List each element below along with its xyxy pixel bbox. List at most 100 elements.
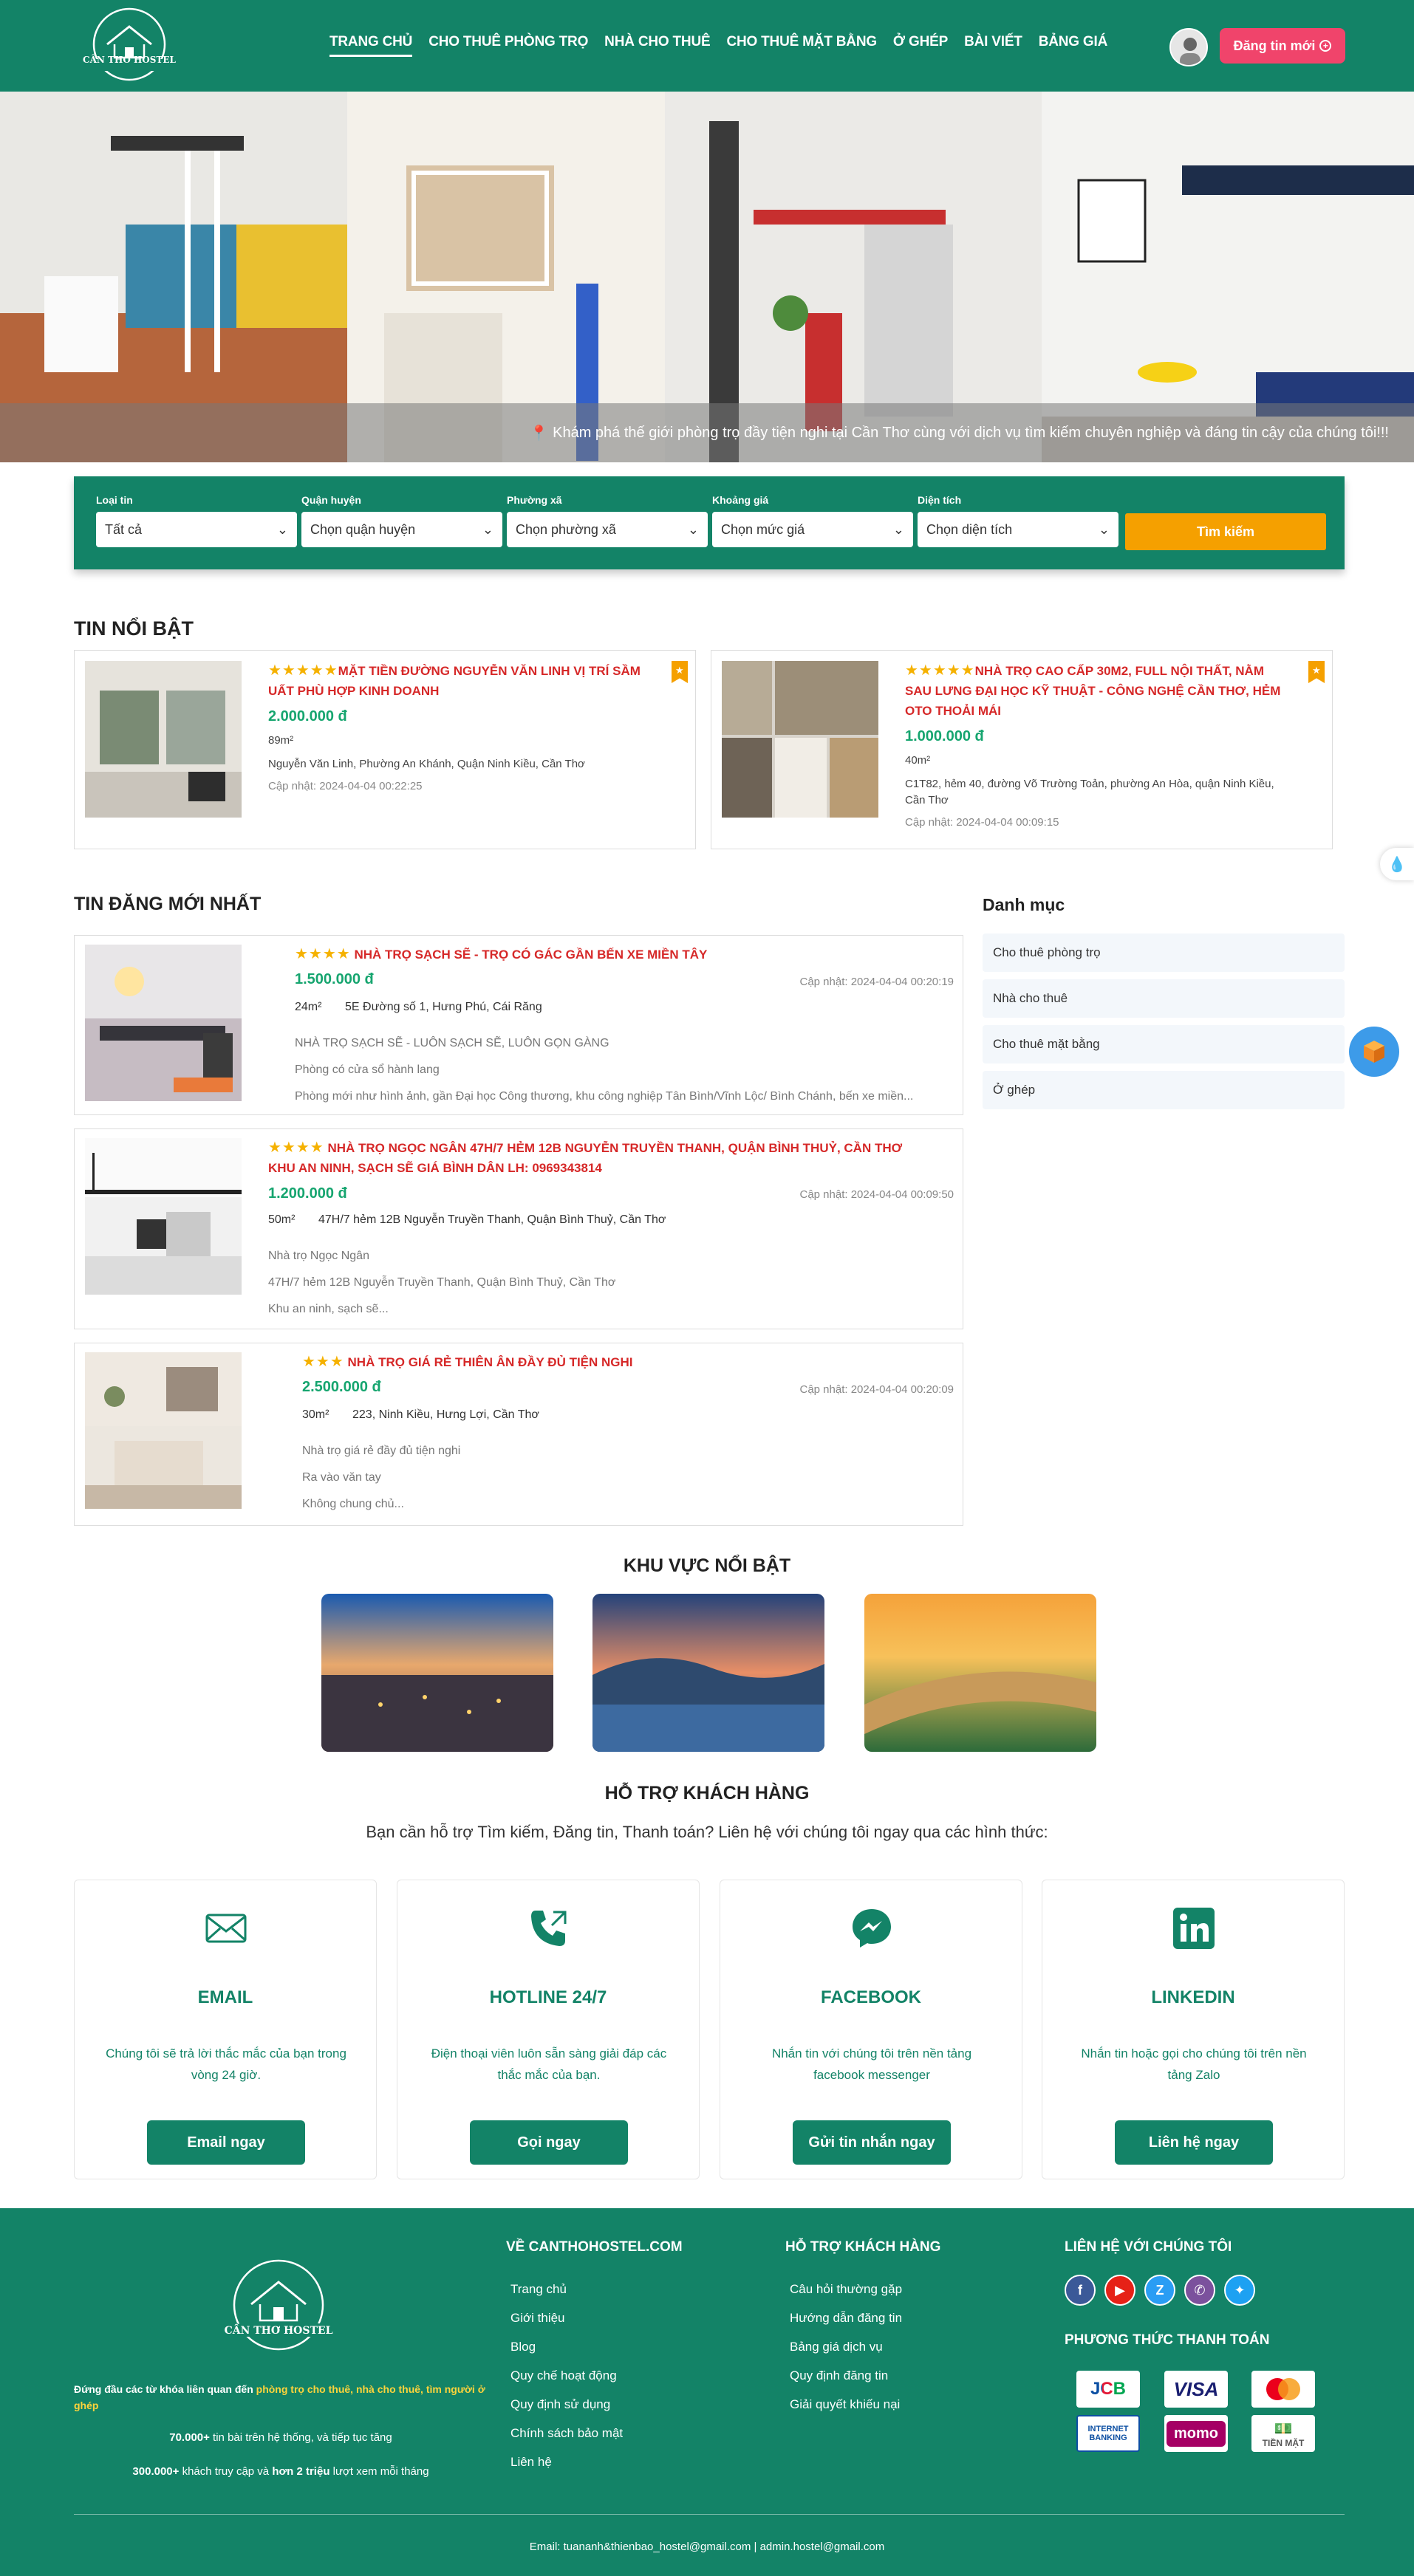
post-new-button[interactable]: Đăng tin mới +: [1220, 28, 1345, 64]
tagline-text: Đứng đầu các từ khóa liên quan đến: [74, 2383, 256, 2395]
listing-updated: Cập nhật: 2024-04-04 00:22:25: [268, 780, 423, 792]
footer-link[interactable]: Giới thiệu: [506, 2303, 683, 2332]
footer-link[interactable]: Quy định sử dụng: [506, 2390, 683, 2419]
footer-link[interactable]: Giải quyết khiếu nại: [785, 2390, 940, 2419]
listing-title[interactable]: ★★★ NHÀ TRỌ GIÁ RẺ THIÊN ÂN ĐẦY ĐỦ TIỆN …: [302, 1352, 989, 1372]
footer-logo[interactable]: CẦN THƠ HOSTEL: [216, 2257, 341, 2353]
logo-text: CẦN THƠ HOSTEL: [83, 55, 176, 65]
listing-info: ★★★★★MẶT TIỀN ĐƯỜNG NGUYỄN VĂN LINH VỊ T…: [268, 661, 652, 792]
district-select[interactable]: Chọn quận huyện ⌄: [301, 512, 502, 547]
listing-price: 1.000.000 đ: [905, 728, 984, 744]
category-roommate[interactable]: Ở ghép: [983, 1071, 1345, 1109]
main-nav: TRANG CHỦ CHO THUÊ PHÒNG TRỌ NHÀ CHO THU…: [329, 34, 1124, 57]
latest-listing[interactable]: ★★★ NHÀ TRỌ GIÁ RẺ THIÊN ÂN ĐẦY ĐỦ TIỆN …: [74, 1343, 963, 1526]
listing-thumbnail[interactable]: [722, 661, 878, 818]
region-card[interactable]: [864, 1594, 1096, 1752]
region-card[interactable]: [592, 1594, 824, 1752]
search-button[interactable]: Tìm kiếm: [1125, 513, 1326, 550]
listing-area: 30m²: [302, 1408, 329, 1421]
footer-link[interactable]: Hướng dẫn đăng tin: [785, 2303, 940, 2332]
latest-listing[interactable]: ★★★★ NHÀ TRỌ NGỌC NGÂN 47H/7 HẺM 12B NGU…: [74, 1128, 963, 1329]
chevron-down-icon: ⌄: [1098, 521, 1110, 537]
support-card-hotline: HOTLINE 24/7 Điện thoại viên luôn sẵn sà…: [397, 1880, 700, 2179]
support-subtitle: Bạn cần hỗ trợ Tìm kiếm, Đăng tin, Thanh…: [366, 1823, 1048, 1841]
stat-visitors-number: 300.000+: [132, 2465, 180, 2478]
footer-help-column: HỖ TRỢ KHÁCH HÀNG Câu hỏi thường gặp Hướ…: [785, 2239, 940, 2419]
support-card-title: LINKEDIN: [1151, 1987, 1235, 2007]
ward-select[interactable]: Chọn phường xã ⌄: [507, 512, 708, 547]
category-house-rental[interactable]: Nhà cho thuê: [983, 979, 1345, 1018]
water-drop-icon[interactable]: 💧: [1380, 848, 1414, 880]
email-now-button[interactable]: Email ngay: [147, 2120, 305, 2165]
footer-link[interactable]: Chính sách bảo mật: [506, 2419, 683, 2447]
stat-visitors-text: khách truy cập và: [179, 2465, 273, 2478]
footer-link[interactable]: Câu hỏi thường gặp: [785, 2275, 940, 2303]
listing-type-select[interactable]: Tất cả ⌄: [96, 512, 297, 547]
bookmark-icon[interactable]: [1308, 661, 1325, 683]
latest-listing[interactable]: ★★★★ NHÀ TRỌ SẠCH SẼ - TRỌ CÓ GÁC GẦN BẾ…: [74, 935, 963, 1115]
footer-contact-column: LIÊN HỆ VỚI CHÚNG TÔI f ▶ Z ✆ ✦ PHƯƠNG THỨC …: [1065, 2239, 1345, 2368]
footer-link[interactable]: Blog: [506, 2332, 683, 2361]
footer-link[interactable]: Quy định đăng tin: [785, 2361, 940, 2390]
nav-room-rental[interactable]: CHO THUÊ PHÒNG TRỌ: [428, 34, 588, 57]
region-card[interactable]: [321, 1594, 553, 1752]
listing-description: Nhà trọ Ngọc Ngân 47H/7 hẻm 12B Nguyễn Tr…: [268, 1250, 616, 1315]
site-logo[interactable]: CẦN THƠ HOSTEL: [78, 6, 181, 83]
visa-icon: VISA: [1164, 2371, 1228, 2408]
support-card-text: Nhắn tin với chúng tôi trên nền tảng fac…: [771, 2046, 972, 2082]
listing-title[interactable]: ★★★★ NHÀ TRỌ SẠCH SẼ - TRỌ CÓ GÁC GẦN BẾ…: [295, 945, 982, 965]
ward-label: Phường xã: [507, 494, 562, 506]
price-filter: Khoảng giá Chọn mức giá ⌄: [712, 494, 913, 547]
footer-about-column: VỀ CANTHOHOSTEL.COM Trang chủ Giới thiệu…: [506, 2239, 683, 2476]
facebook-icon[interactable]: f: [1065, 2275, 1096, 2306]
category-premises-rental[interactable]: Cho thuê mặt bằng: [983, 1025, 1345, 1063]
contact-now-button[interactable]: Liên hệ ngay: [1115, 2120, 1273, 2165]
nav-articles[interactable]: BÀI VIẾT: [964, 34, 1022, 57]
footer-link[interactable]: Quy chế hoạt động: [506, 2361, 683, 2390]
stat-views-text: lượt xem mỗi tháng: [329, 2465, 429, 2478]
listing-title[interactable]: ★★★★★MẶT TIỀN ĐƯỜNG NGUYỄN VĂN LINH VỊ T…: [268, 661, 652, 701]
listing-thumbnail[interactable]: [85, 945, 242, 1101]
support-card-linkedin: LINKEDIN Nhắn tin hoặc gọi cho chúng tôi…: [1042, 1880, 1345, 2179]
listing-thumbnail[interactable]: [85, 1138, 242, 1295]
footer-logo-text: CẦN THƠ HOSTEL: [224, 2325, 333, 2337]
bookmark-icon[interactable]: [672, 661, 688, 683]
youtube-icon[interactable]: ▶: [1104, 2275, 1135, 2306]
district-value: Chọn quận huyện: [310, 521, 416, 537]
footer-contact-title: LIÊN HỆ VỚI CHÚNG TÔI: [1065, 2239, 1232, 2255]
support-card-title: FACEBOOK: [820, 1987, 921, 2007]
zalo-icon[interactable]: Z: [1144, 2275, 1175, 2306]
user-avatar[interactable]: [1169, 28, 1208, 66]
listing-title[interactable]: ★★★★★NHÀ TRỌ CAO CẤP 30M2, FULL NỘI THẤT…: [905, 661, 1289, 721]
mastercard-icon: [1251, 2371, 1315, 2408]
nav-pricing[interactable]: BẢNG GIÁ: [1039, 34, 1108, 57]
nav-roommate[interactable]: Ở GHÉP: [893, 34, 948, 57]
rating-stars: ★★★★★: [268, 662, 338, 679]
featured-card[interactable]: ★★★★★MẶT TIỀN ĐƯỜNG NGUYỄN VĂN LINH VỊ T…: [74, 650, 696, 849]
area-select[interactable]: Chọn diện tích ⌄: [918, 512, 1118, 547]
call-now-button[interactable]: Gọi ngay: [470, 2120, 628, 2165]
site-footer: CẦN THƠ HOSTEL Đứng đầu các từ khóa liên…: [0, 2208, 1414, 2576]
nav-premises-rental[interactable]: CHO THUÊ MẶT BẰNG: [726, 34, 877, 57]
listing-title[interactable]: ★★★★ NHÀ TRỌ NGỌC NGÂN 47H/7 HẺM 12B NGU…: [268, 1138, 918, 1178]
featured-card[interactable]: ★★★★★NHÀ TRỌ CAO CẤP 30M2, FULL NỘI THẤT…: [711, 650, 1333, 849]
cube-icon[interactable]: [1349, 1027, 1399, 1077]
nav-house-rental[interactable]: NHÀ CHO THUÊ: [604, 34, 710, 57]
listing-thumbnail[interactable]: [85, 1352, 242, 1509]
social-icons: f ▶ Z ✆ ✦: [1065, 2275, 1345, 2306]
listing-thumbnail[interactable]: [85, 661, 242, 818]
pin-icon: 📍: [530, 425, 549, 442]
footer-tagline: Đứng đầu các từ khóa liên quan đến phòng…: [74, 2381, 488, 2414]
viber-icon[interactable]: ✆: [1184, 2275, 1215, 2306]
footer-link[interactable]: Trang chủ: [506, 2275, 683, 2303]
footer-link[interactable]: Bảng giá dịch vụ: [785, 2332, 940, 2361]
twitter-icon[interactable]: ✦: [1224, 2275, 1255, 2306]
send-message-button[interactable]: Gửi tin nhắn ngay: [793, 2120, 951, 2165]
footer-link[interactable]: Liên hệ: [506, 2447, 683, 2476]
envelope-icon: [204, 1906, 248, 1950]
nav-home[interactable]: TRANG CHỦ: [329, 34, 412, 57]
category-room-rental[interactable]: Cho thuê phòng trọ: [983, 934, 1345, 972]
price-select[interactable]: Chọn mức giá ⌄: [712, 512, 913, 547]
chevron-down-icon: ⌄: [482, 521, 493, 537]
support-card-email: EMAIL Chúng tôi sẽ trả lời thắc mắc của …: [74, 1880, 377, 2179]
